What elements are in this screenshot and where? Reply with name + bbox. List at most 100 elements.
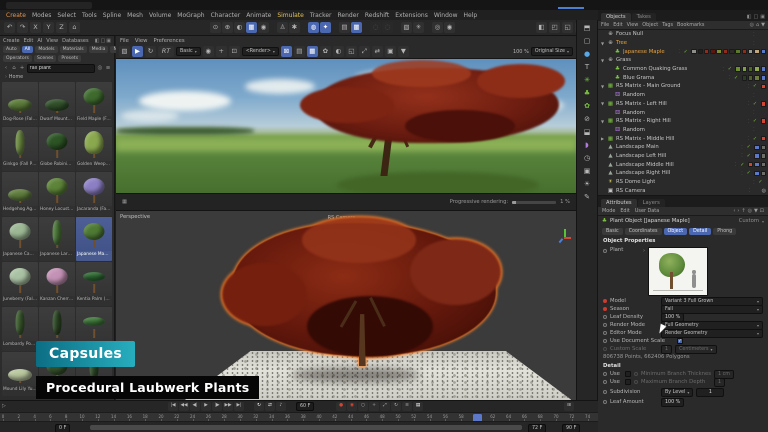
grid-clone-icon[interactable]: ▦ [351, 22, 362, 33]
attr-nav-up-icon[interactable]: ↑ [741, 208, 745, 214]
layer-dots-icon[interactable]: ⁚ [748, 136, 750, 141]
snap-modeling-icon[interactable]: ⊕ [222, 22, 233, 33]
editor-mode-dropdown[interactable]: Render Geometry▾ [661, 329, 763, 338]
object-row-tree[interactable]: ▼⊕Tree⁚ [598, 39, 768, 48]
prev-key-button[interactable]: ◀◀ [179, 402, 189, 411]
denoise-button[interactable]: ✿ [320, 46, 331, 57]
perspective-viewport[interactable]: Perspective RS Camera [116, 211, 576, 400]
tag-swatch[interactable] [704, 49, 710, 55]
om-tab-objects[interactable]: Objects [601, 13, 631, 21]
layer-dots-icon[interactable]: ⁚ [753, 41, 755, 46]
om-menu-edit[interactable]: Edit [613, 22, 622, 28]
range-start-field[interactable]: 0 F [55, 424, 70, 432]
om-menu-tags[interactable]: Tags [662, 22, 673, 28]
add-icon[interactable]: + [19, 65, 25, 71]
pixel-grid-button[interactable]: ▤ [294, 46, 305, 57]
dock-icon[interactable]: ◧ [95, 38, 100, 44]
menu-help[interactable]: Help [464, 12, 478, 19]
enable-check-icon[interactable]: ✓ [726, 66, 733, 72]
layout-quad-icon[interactable]: ◰ [549, 22, 560, 33]
object-row-focus-null[interactable]: ⊕Focus Null⁚ [598, 30, 768, 39]
object-row-random[interactable]: ⚄Random⁚ [598, 126, 768, 135]
tag-swatch[interactable] [761, 162, 767, 168]
unit-dropdown[interactable]: Centimeters▾ [675, 345, 717, 354]
attr-chip-detail[interactable]: Detail [689, 228, 711, 235]
asset-item[interactable]: Ginkgo (Fall Plant) [2, 127, 38, 171]
tag-swatch[interactable] [716, 49, 722, 55]
display-mode-icon[interactable]: ◐ [333, 46, 344, 57]
prohibit-icon[interactable]: ⊘ [581, 114, 594, 125]
tag-swatch[interactable] [735, 66, 741, 72]
time-icon[interactable]: ◷ [581, 153, 594, 164]
menu-extensions[interactable]: Extensions [395, 12, 428, 19]
expander-icon[interactable]: › [643, 248, 645, 254]
zoom-actual-button[interactable]: ⤢ [359, 46, 370, 57]
subdivision-mode-dropdown[interactable]: By Level▾ [661, 388, 693, 397]
attr-tab-attributes[interactable]: Attributes [601, 199, 637, 207]
play-button[interactable]: ▶ [201, 402, 211, 411]
tag-swatch[interactable] [754, 49, 760, 55]
layer-dots-icon[interactable]: ⁚ [753, 127, 755, 132]
menu-spline[interactable]: Spline [103, 12, 121, 19]
object-row-rs-matrix-middle-hill[interactable]: ▶▦RS Matrix - Middle Hill⁚✓ [598, 134, 768, 143]
ab-menu-databases[interactable]: Databases [62, 38, 88, 44]
attr-chip-basic[interactable]: Basic [602, 228, 623, 235]
range-end-field[interactable]: 72 F [528, 424, 546, 432]
use-document-scale-checkbox[interactable]: ✓ [677, 338, 683, 344]
asset-search-input[interactable] [27, 64, 95, 73]
tag-swatch[interactable] [748, 75, 754, 81]
coordinate-system-button[interactable]: ⌂ [69, 22, 80, 33]
menu-tracker[interactable]: Tracker [310, 12, 332, 19]
close-icon[interactable]: ▣ [106, 38, 111, 44]
rt-toggle[interactable]: RT [158, 46, 174, 57]
clapper-settings-icon[interactable]: ✳ [413, 22, 424, 33]
disabled-tool-icon-2[interactable]: ◌ [382, 22, 393, 33]
start-ipr-button[interactable]: ▶ [132, 46, 143, 57]
enable-check-icon[interactable]: ✓ [757, 179, 764, 185]
redo-icon[interactable]: ↷ [17, 22, 28, 33]
om-dock-icon[interactable]: ◧ [747, 14, 752, 20]
simulation-scene-icon[interactable]: ◍ [308, 22, 319, 33]
keyframe-selection-button[interactable]: ○ [358, 402, 368, 411]
record-scale-toggle[interactable]: ⤢ [380, 402, 390, 411]
asset-item[interactable]: Japanese Larch (Fall Pl... [39, 217, 75, 261]
goto-start-button[interactable]: |◀ [168, 402, 178, 411]
layer-dots-icon[interactable]: ⁚ [678, 49, 680, 54]
om-tab-takes[interactable]: Takes [632, 13, 656, 21]
asset-item[interactable]: Kentia Palm (Fall Plant) [76, 262, 112, 306]
menu-animate[interactable]: Animate [246, 12, 271, 19]
tag-swatch[interactable] [729, 49, 735, 55]
subdivision-field[interactable]: 1 [696, 388, 724, 397]
object-row-random[interactable]: ⚄Random⁚ [598, 91, 768, 100]
deformer-icon[interactable]: ◗ [581, 140, 594, 151]
asset-item[interactable]: Honey Locust 'Sunbur... [39, 172, 75, 216]
asset-item[interactable]: Juneberry (Fall Plant) [2, 262, 38, 306]
layer-dots-icon[interactable]: ⁚ [753, 180, 755, 185]
current-frame-field[interactable]: 60 F [296, 402, 314, 411]
camera-icon[interactable]: ▣ [581, 166, 594, 177]
workplane-snap-icon[interactable]: ⬓ [581, 127, 594, 138]
rv-menu-file[interactable]: File [120, 38, 129, 44]
object-row-landscape-right-hill[interactable]: ▲Landscape Right Hill⁚✓ [598, 169, 768, 178]
tag-swatch[interactable] [761, 153, 767, 159]
snapshot-sphere-icon[interactable]: ◉ [203, 46, 214, 57]
plant-preview-thumbnail[interactable] [648, 247, 708, 296]
tag-swatch[interactable] [761, 75, 767, 81]
tag-swatch[interactable] [710, 49, 716, 55]
refresh-button[interactable]: ↻ [145, 46, 156, 57]
asset-item[interactable]: Globe Robinia (Fall Pl... [39, 127, 75, 171]
loop-mode-button[interactable]: ↻ [254, 402, 264, 411]
pen-icon[interactable]: ✎ [581, 192, 594, 203]
tag-swatch[interactable] [761, 145, 767, 151]
layer-dots-icon[interactable]: ⁚ [735, 162, 737, 167]
object-row-grass[interactable]: ▼⊕Grass⁚ [598, 56, 768, 65]
menu-mesh[interactable]: Mesh [127, 12, 143, 19]
simulation-settings-icon[interactable]: ✦ [320, 22, 331, 33]
render-settings-dropdown[interactable]: <Render>▾ [242, 47, 279, 56]
enable-check-icon[interactable]: ✓ [752, 101, 759, 107]
tag-swatch[interactable] [698, 49, 704, 55]
tag-swatch[interactable] [754, 171, 760, 177]
asset-item[interactable]: Japanese Maple (Fall ... [76, 217, 112, 261]
rv-menu-preferences[interactable]: Preferences [153, 38, 184, 44]
object-row-japanese-maple[interactable]: ♣Japanese Maple⁚✓ [598, 47, 768, 56]
